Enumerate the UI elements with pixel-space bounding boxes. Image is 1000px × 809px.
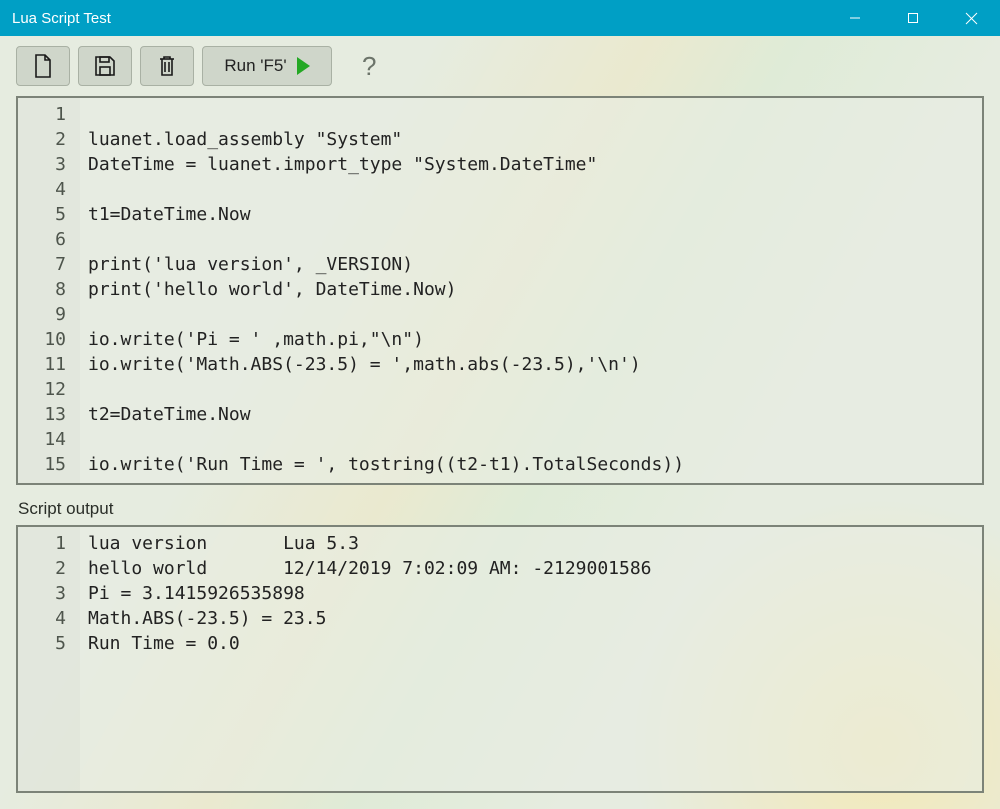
line-number: 7 [18,252,66,277]
code-line: Run Time = 0.0 [88,631,982,656]
code-line [88,302,982,327]
run-button[interactable]: Run 'F5' [202,46,332,86]
maximize-icon [907,12,919,24]
code-line: io.write('Math.ABS(-23.5) = ',math.abs(-… [88,352,982,377]
line-number: 11 [18,352,66,377]
line-number: 14 [18,427,66,452]
code-line: hello world 12/14/2019 7:02:09 AM: -2129… [88,556,982,581]
code-line: lua version Lua 5.3 [88,531,982,556]
line-number: 15 [18,452,66,477]
line-number: 1 [18,102,66,127]
output-panel: 12345 lua version Lua 5.3hello world 12/… [16,525,984,793]
line-number: 2 [18,556,66,581]
save-icon [94,55,116,77]
output-gutter: 12345 [18,527,80,791]
code-line [88,227,982,252]
new-file-button[interactable] [16,46,70,86]
run-button-label: Run 'F5' [224,56,286,76]
line-number: 8 [18,277,66,302]
window-title: Lua Script Test [0,10,826,27]
delete-button[interactable] [140,46,194,86]
close-icon [965,12,978,25]
code-line: Pi = 3.1415926535898 [88,581,982,606]
code-line [88,177,982,202]
editor-gutter: 123456789101112131415 [18,98,80,483]
line-number: 9 [18,302,66,327]
window-controls [826,0,1000,36]
help-button[interactable]: ? [362,53,376,79]
toolbar: Run 'F5' ? [16,42,984,96]
save-button[interactable] [78,46,132,86]
code-line: print('hello world', DateTime.Now) [88,277,982,302]
code-line [88,102,982,127]
line-number: 1 [18,531,66,556]
code-line: luanet.load_assembly "System" [88,127,982,152]
line-number: 3 [18,152,66,177]
window: Lua Script Test [0,0,1000,809]
new-file-icon [33,54,53,78]
code-line: io.write('Pi = ' ,math.pi,"\n") [88,327,982,352]
play-icon [297,57,310,75]
line-number: 6 [18,227,66,252]
output-text: lua version Lua 5.3hello world 12/14/201… [80,527,982,791]
line-number: 5 [18,202,66,227]
line-number: 10 [18,327,66,352]
line-number: 4 [18,177,66,202]
code-line: t2=DateTime.Now [88,402,982,427]
minimize-button[interactable] [826,0,884,36]
code-line: t1=DateTime.Now [88,202,982,227]
code-line [88,427,982,452]
code-line: print('lua version', _VERSION) [88,252,982,277]
code-line [88,377,982,402]
trash-icon [157,54,177,78]
output-label: Script output [18,499,984,519]
close-button[interactable] [942,0,1000,36]
line-number: 3 [18,581,66,606]
code-line: DateTime = luanet.import_type "System.Da… [88,152,982,177]
code-line: io.write('Run Time = ', tostring((t2-t1)… [88,452,982,477]
code-editor[interactable]: 123456789101112131415 luanet.load_assemb… [16,96,984,485]
line-number: 2 [18,127,66,152]
line-number: 4 [18,606,66,631]
window-body: Run 'F5' ? 123456789101112131415 luanet.… [0,36,1000,809]
editor-code[interactable]: luanet.load_assembly "System"DateTime = … [80,98,982,483]
maximize-button[interactable] [884,0,942,36]
line-number: 13 [18,402,66,427]
code-line: Math.ABS(-23.5) = 23.5 [88,606,982,631]
titlebar: Lua Script Test [0,0,1000,36]
minimize-icon [849,12,861,24]
line-number: 5 [18,631,66,656]
line-number: 12 [18,377,66,402]
